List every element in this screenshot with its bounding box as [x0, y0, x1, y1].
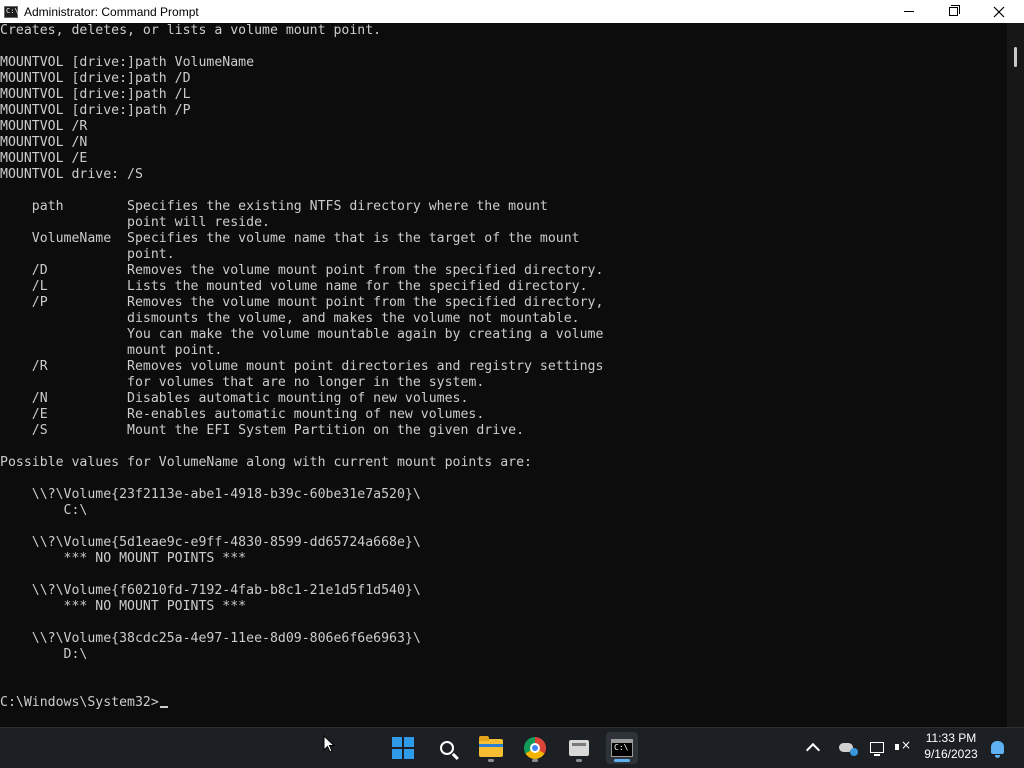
vertical-scrollbar[interactable]	[1007, 23, 1024, 727]
console-line: *** NO MOUNT POINTS ***	[0, 551, 247, 566]
console-line: Creates, deletes, or lists a volume moun…	[0, 23, 382, 38]
console-line: Possible values for VolumeName along wit…	[0, 455, 532, 470]
taskbar: C:\ 11:33 PM 9/16/2023	[0, 727, 1024, 768]
chrome-icon	[524, 737, 546, 759]
onedrive-icon	[839, 742, 858, 756]
tray-network[interactable]	[868, 736, 886, 758]
cmd-icon-glyph: C:\	[6, 6, 19, 15]
console-line: MOUNTVOL [drive:]path /D	[0, 71, 191, 86]
console-line: mount point.	[0, 343, 223, 358]
console-line: MOUNTVOL /E	[0, 151, 88, 166]
speaker-muted-icon	[895, 738, 911, 753]
notification-button[interactable]	[988, 736, 1006, 758]
console-line: MOUNTVOL [drive:]path /L	[0, 87, 191, 102]
clock-date: 9/16/2023	[924, 747, 978, 761]
cmd-icon-glyph: C:\	[614, 743, 629, 752]
taskbar-app[interactable]	[563, 732, 595, 764]
app-box-icon	[569, 740, 589, 756]
console-line: You can make the volume mountable again …	[0, 327, 604, 342]
minimize-icon	[904, 11, 914, 12]
chevron-up-icon	[805, 742, 821, 757]
console-line: for volumes that are no longer in the sy…	[0, 375, 485, 390]
active-indicator	[614, 759, 630, 762]
console-line: MOUNTVOL /N	[0, 135, 88, 150]
clock-time: 11:33 PM	[925, 731, 977, 745]
console-line: dismounts the volume, and makes the volu…	[0, 311, 580, 326]
running-indicator	[576, 759, 582, 762]
console-line: VolumeName Specifies the volume name tha…	[0, 231, 580, 246]
text-cursor	[159, 706, 168, 708]
clock[interactable]: 11:33 PM 9/16/2023	[916, 730, 986, 762]
console-line: C:\	[0, 503, 88, 518]
taskbar-app-file-explorer[interactable]	[475, 732, 507, 764]
restore-icon	[948, 5, 960, 16]
console-line: MOUNTVOL drive: /S	[0, 167, 143, 182]
mouse-pointer-icon	[323, 734, 336, 757]
console-line: /S Mount the EFI System Partition on the…	[0, 423, 525, 438]
console-line: path Specifies the existing NTFS directo…	[0, 199, 548, 214]
minimize-button[interactable]	[886, 0, 932, 23]
command-prompt-text: C:\Windows\System32>	[0, 695, 159, 710]
console-line: D:\	[0, 647, 88, 662]
tray-onedrive[interactable]	[836, 736, 858, 758]
console-line: /P Removes the volume mount point from t…	[0, 295, 604, 310]
restore-button[interactable]	[930, 0, 976, 23]
title-bar[interactable]: C:\ Administrator: Command Prompt	[0, 0, 1024, 23]
console-line: \\?\Volume{38cdc25a-4e97-11ee-8d09-806e6…	[0, 631, 421, 646]
cmd-icon: C:\	[611, 739, 633, 757]
search-button[interactable]	[431, 732, 463, 764]
show-hidden-icons-button[interactable]	[804, 736, 822, 758]
cmd-icon[interactable]: C:\	[4, 5, 19, 18]
console-line: MOUNTVOL [drive:]path /P	[0, 103, 191, 118]
start-button[interactable]	[387, 732, 419, 764]
console-text: Creates, deletes, or lists a volume moun…	[0, 23, 1006, 695]
taskbar-app-chrome[interactable]	[519, 732, 551, 764]
console-line: /N Disables automatic mounting of new vo…	[0, 391, 469, 406]
console-line: /E Re-enables automatic mounting of new …	[0, 407, 485, 422]
command-line[interactable]: C:\Windows\System32>	[0, 695, 1006, 711]
console-line: /D Removes the volume mount point from t…	[0, 263, 604, 278]
console-output[interactable]: Creates, deletes, or lists a volume moun…	[0, 23, 1006, 727]
console-line: MOUNTVOL /R	[0, 119, 88, 134]
close-button[interactable]	[976, 0, 1022, 23]
notification-bell-icon	[990, 740, 1004, 758]
console-line: \\?\Volume{f60210fd-7192-4fab-b8c1-21e1d…	[0, 583, 421, 598]
console-line: \\?\Volume{23f2113e-abe1-4918-b39c-60be3…	[0, 487, 421, 502]
network-icon	[870, 741, 884, 756]
running-indicator	[532, 759, 538, 762]
search-icon	[440, 741, 454, 755]
windows-start-icon	[392, 737, 414, 759]
folder-icon	[479, 736, 503, 757]
console-line: \\?\Volume{5d1eae9c-e9ff-4830-8599-dd657…	[0, 535, 421, 550]
window-title: Administrator: Command Prompt	[24, 4, 199, 19]
taskbar-app-command-prompt[interactable]: C:\	[606, 732, 638, 764]
running-indicator	[488, 759, 494, 762]
console-line: /L Lists the mounted volume name for the…	[0, 279, 588, 294]
console-line: point.	[0, 247, 175, 262]
console-line: /R Removes volume mount point directorie…	[0, 359, 604, 374]
console-line: point will reside.	[0, 215, 270, 230]
tray-volume[interactable]	[893, 736, 911, 758]
scrollbar-thumb[interactable]	[1014, 47, 1017, 67]
close-icon	[993, 6, 1005, 17]
console-line: *** NO MOUNT POINTS ***	[0, 599, 247, 614]
console-line: MOUNTVOL [drive:]path VolumeName	[0, 55, 255, 70]
